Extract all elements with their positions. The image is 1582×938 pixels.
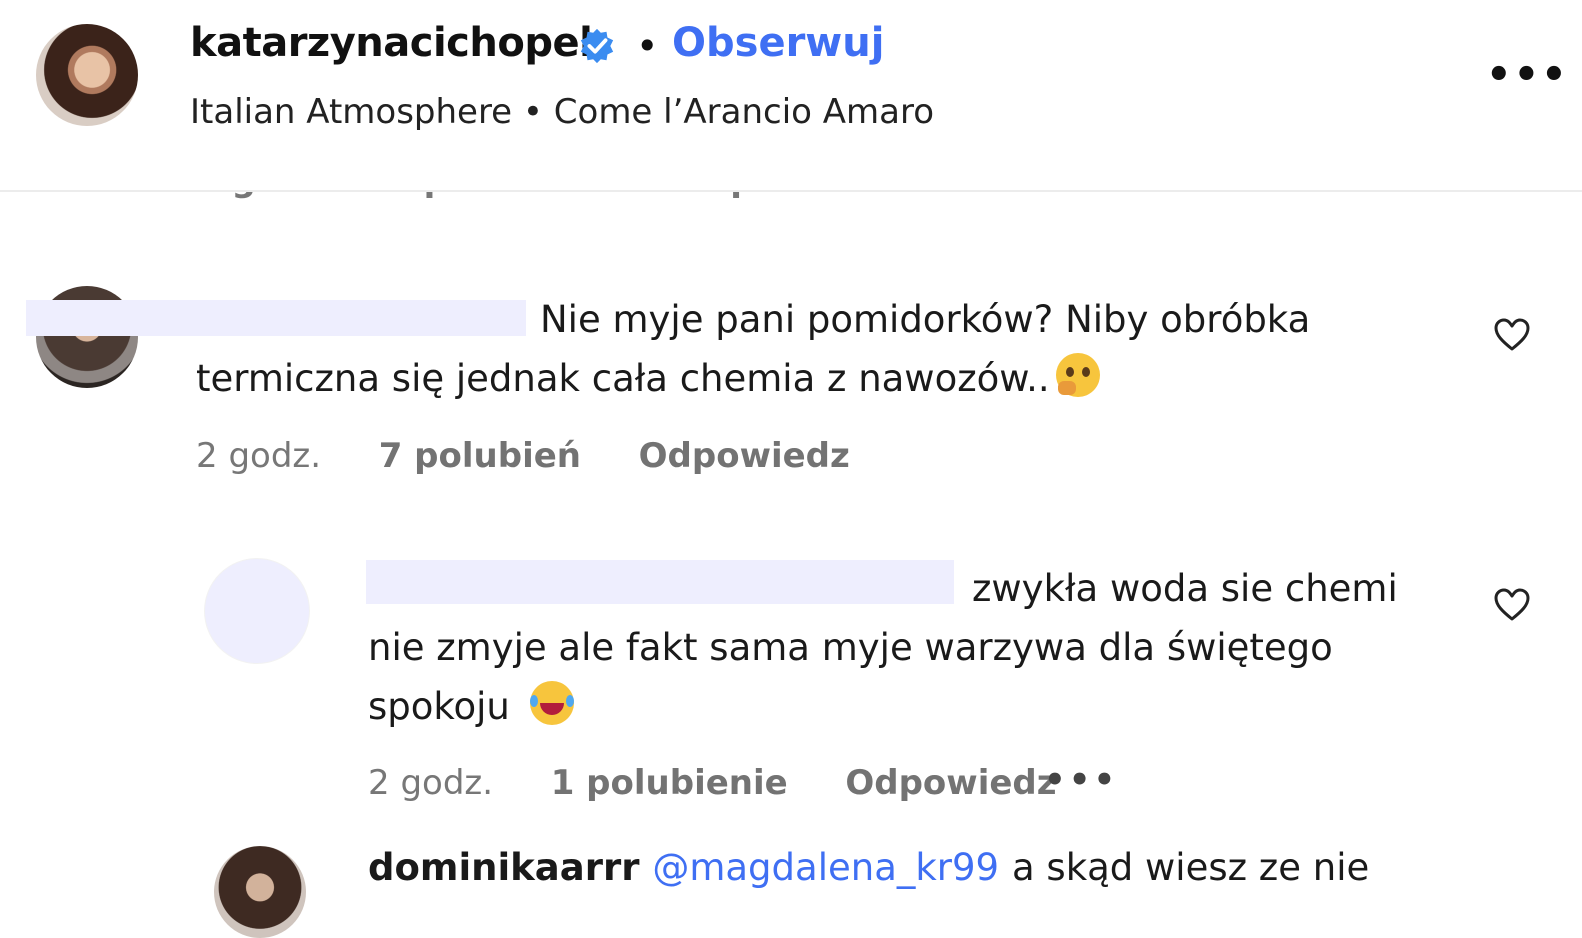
owner-username[interactable]: katarzynacichopek [190, 20, 606, 66]
comment-more-options-icon[interactable]: ••• [1044, 760, 1118, 800]
like-heart-icon[interactable] [1492, 585, 1532, 625]
comment-text-line: nie zmyje ale fakt sama myje warzywa dla… [368, 626, 1333, 669]
face-with-raised-eyebrow-icon [1055, 353, 1100, 397]
post-audio-subtitle[interactable]: Italian Atmosphere • Come l’Arancio Amar… [190, 92, 934, 132]
commenter-avatar[interactable] [214, 846, 306, 938]
comment-meta: 2 godz. 1 polubienie Odpowiedz [368, 763, 1057, 803]
comment-text-line: termiczna się jednak cała chemia z nawoz… [196, 349, 1100, 408]
follow-button[interactable]: Obserwuj [672, 20, 884, 66]
verified-badge-icon [580, 28, 614, 64]
comment-text-span: termiczna się jednak cała chemia z nawoz… [196, 357, 1050, 400]
redacted-username [26, 300, 526, 336]
redacted-username-and-mention [366, 560, 954, 604]
comment-text-line: Nie myje pani pomidorków? Niby obróbka [540, 298, 1311, 341]
post-header: katarzynacichopek • Obserwuj Italian Atm… [0, 0, 1582, 192]
commenter-avatar[interactable] [204, 558, 310, 664]
comment-text-line: zwykła woda sie chemi [972, 567, 1398, 610]
face-with-tears-of-joy-icon [529, 681, 574, 725]
more-options-icon[interactable]: ••• [1486, 52, 1569, 98]
comment-likes[interactable]: 7 polubień [379, 436, 581, 476]
comment-meta: 2 godz. 7 polubień Odpowiedz [196, 436, 850, 476]
comment-time: 2 godz. [196, 436, 322, 476]
comment-text-line: spokoju [368, 677, 574, 736]
comment-likes[interactable]: 1 polubienie [551, 763, 788, 803]
reply-button[interactable]: Odpowiedz [639, 436, 850, 476]
comment-text-span: spokoju [368, 685, 510, 728]
owner-avatar[interactable] [36, 24, 138, 126]
like-heart-icon[interactable] [1492, 315, 1532, 355]
comment-time: 2 godz. [368, 763, 494, 803]
header-separator: • [636, 24, 659, 68]
reply-button[interactable]: Odpowiedz [845, 763, 1056, 803]
